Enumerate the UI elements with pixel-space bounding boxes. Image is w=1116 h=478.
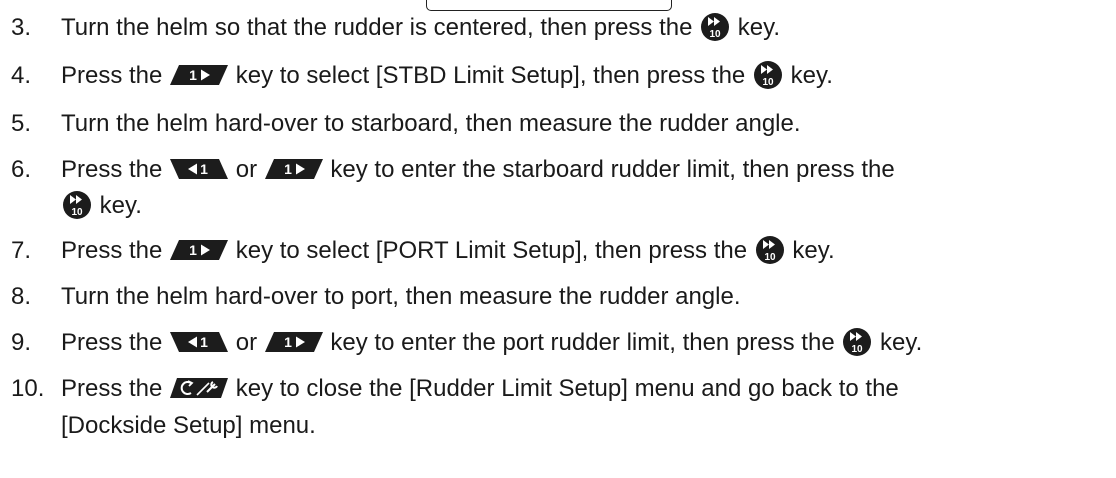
- step-text-segment: key.: [93, 192, 142, 219]
- step-text: Turn the helm hard-over to starboard, th…: [61, 108, 801, 140]
- step-text-segment: Turn the helm hard-over to port, then me…: [61, 283, 741, 310]
- previous-step-box: [426, 0, 672, 11]
- svg-text:10: 10: [764, 252, 776, 263]
- step-text-segment: Press the: [61, 156, 170, 183]
- step-text-segment: [Dockside Setup] menu.: [61, 412, 316, 439]
- svg-text:1: 1: [189, 67, 197, 83]
- step-text-segment: key to enter the starboard rudder limit,…: [323, 156, 895, 183]
- fast-forward-10-icon: 10: [61, 190, 93, 220]
- svg-text:1: 1: [284, 334, 292, 350]
- svg-text:10: 10: [710, 29, 722, 40]
- step-text-segment: key to select [PORT Limit Setup], then p…: [229, 237, 754, 264]
- svg-text:10: 10: [852, 344, 864, 355]
- step-text-segment: Turn the helm so that the rudder is cent…: [61, 14, 700, 41]
- cancel-wrench-key-icon: [169, 377, 229, 399]
- step-text: Press the 1 key to select [PORT Limit Se…: [61, 235, 835, 267]
- fast-forward-10-icon: 10: [752, 60, 784, 90]
- step-text: Turn the helm so that the rudder is cent…: [61, 12, 780, 44]
- step-number: 7.: [11, 237, 32, 264]
- step-text-segment: Press the: [61, 329, 170, 356]
- step-number: 8.: [11, 283, 32, 310]
- fast-forward-10-icon: 10: [841, 327, 873, 357]
- step-text: Press the 1 key to select [STBD Limit Se…: [61, 60, 833, 92]
- step-text: 10 key.: [61, 190, 142, 222]
- step-text-segment: key to select [STBD Limit Setup], then p…: [229, 62, 752, 89]
- step-text-segment: Press the: [61, 62, 170, 89]
- step-text: Press the key to close the [Rudder Limit…: [61, 373, 899, 405]
- svg-text:10: 10: [71, 207, 83, 218]
- fast-forward-10-icon: 10: [754, 235, 786, 265]
- step-text: Press the 1 or 1 key to enter the port r…: [61, 327, 922, 359]
- step-text-segment: key.: [785, 237, 835, 264]
- right-1-key-icon: 1: [264, 158, 324, 180]
- step-number: 9.: [11, 329, 32, 356]
- step-text-segment: key to enter the port rudder limit, then…: [323, 329, 842, 356]
- step-number: 5.: [11, 110, 32, 137]
- left-1-key-icon: 1: [169, 331, 229, 353]
- right-1-key-icon: 1: [264, 331, 324, 353]
- svg-text:1: 1: [200, 161, 208, 177]
- step-text-segment: key.: [873, 329, 923, 356]
- step-text-segment: Press the: [61, 375, 170, 402]
- svg-text:1: 1: [200, 334, 208, 350]
- step-number: 6.: [11, 156, 32, 183]
- svg-text:1: 1: [189, 242, 197, 258]
- right-1-key-icon: 1: [169, 239, 229, 261]
- step-number: 3.: [11, 14, 32, 41]
- fast-forward-10-icon: 10: [699, 12, 731, 42]
- left-1-key-icon: 1: [169, 158, 229, 180]
- svg-text:10: 10: [762, 77, 774, 88]
- svg-text:1: 1: [284, 161, 292, 177]
- right-1-key-icon: 1: [169, 64, 229, 86]
- step-text: [Dockside Setup] menu.: [61, 410, 316, 442]
- step-text-segment: key.: [783, 62, 833, 89]
- step-text: Press the 1 or 1 key to enter the starbo…: [61, 154, 895, 186]
- step-text-segment: Press the: [61, 237, 170, 264]
- step-text-segment: key.: [731, 14, 781, 41]
- step-number: 10.: [11, 375, 45, 402]
- step-number: 4.: [11, 62, 32, 89]
- step-text-segment: key to close the [Rudder Limit Setup] me…: [229, 375, 899, 402]
- step-text-segment: or: [229, 156, 264, 183]
- step-text: Turn the helm hard-over to port, then me…: [61, 281, 741, 313]
- step-text-segment: Turn the helm hard-over to starboard, th…: [61, 110, 801, 137]
- step-text-segment: or: [229, 329, 264, 356]
